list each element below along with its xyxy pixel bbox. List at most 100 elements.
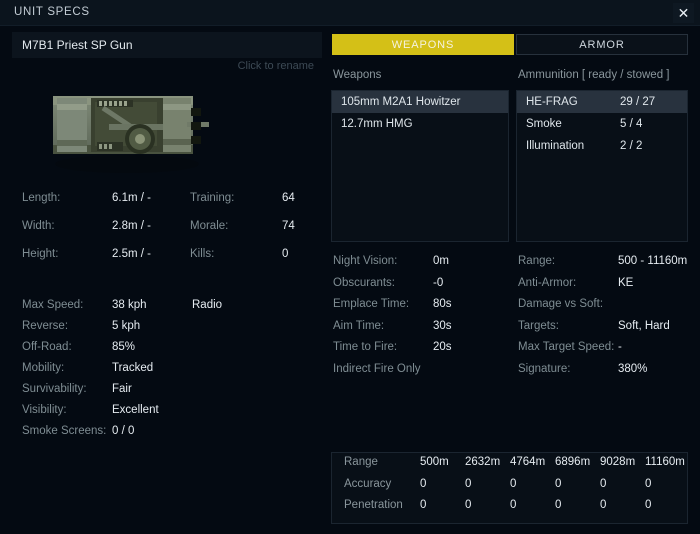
row-label-accuracy: Accuracy [344,478,391,490]
stat-aim-time-label: Aim Time: [333,320,384,332]
cell-penetration-5: 0 [645,499,651,511]
stat-signature-value: 380% [618,363,647,375]
close-icon[interactable]: ✕ [673,3,694,23]
stat-signature: Signature: 380% [518,363,698,385]
stat-time-to-fire-label: Time to Fire: [333,341,397,353]
stat-aim-time: Aim Time: 30s [333,320,513,342]
cell-penetration-2: 0 [510,499,516,511]
vehicle-thumbnail [35,82,215,178]
cell-accuracy-4: 0 [600,478,606,490]
table-row: Range 500m 2632m 4764m 6896m 9028m 11160… [332,456,687,478]
weapon-name: 12.7mm HMG [341,118,413,130]
list-item[interactable]: 12.7mm HMG [332,113,508,135]
stat-width-value: 2.8m / - [112,220,151,232]
list-item[interactable]: Smoke 5 / 4 [517,113,687,135]
cell-range-3: 6896m [555,456,590,468]
cell-range-2: 4764m [510,456,545,468]
range-accuracy-table: Range 500m 2632m 4764m 6896m 9028m 11160… [331,452,688,524]
window-title: UNIT SPECS [14,6,90,18]
ammo-name: Illumination [526,140,584,152]
row-label-range: Range [344,456,378,468]
stat-survivability-label: Survivability: [22,383,87,395]
stat-kills-value: 0 [282,248,288,260]
tab-weapons[interactable]: WEAPONS [332,34,514,55]
weapon-name: 105mm M2A1 Howitzer [341,96,461,108]
cell-range-1: 2632m [465,456,500,468]
row-label-penetration: Penetration [344,499,403,511]
stat-height-value: 2.5m / - [112,248,151,260]
ammo-quantity: 2 / 2 [620,140,642,152]
weapon-stats-left: Night Vision: 0m Obscurants: -0 Emplace … [333,255,513,384]
stat-morale-value: 74 [282,220,295,232]
stat-smoke-screens-value: 0 / 0 [112,425,134,437]
list-item[interactable]: 105mm M2A1 Howitzer [332,91,508,113]
stat-max-target-speed-value: - [618,341,622,353]
ammo-quantity: 5 / 4 [620,118,642,130]
stat-visibility-value: Excellent [112,404,159,416]
stat-targets-label: Targets: [518,320,559,332]
stat-training-label: Training: [190,192,234,204]
unit-name-field[interactable]: M7B1 Priest SP Gun [12,32,322,58]
stat-visibility-label: Visibility: [22,404,67,416]
unit-specs-window: UNIT SPECS ✕ M7B1 Priest SP Gun Click to… [0,0,700,534]
stat-reverse-value: 5 kph [112,320,140,332]
ammo-quantity: 29 / 27 [620,96,655,108]
tab-armor[interactable]: ARMOR [516,34,688,55]
rename-hint[interactable]: Click to rename [12,60,322,72]
stat-range-label: Range: [518,255,555,267]
unit-name-text: M7B1 Priest SP Gun [22,38,133,52]
cell-range-5: 11160m [645,456,685,468]
stat-length-value: 6.1m / - [112,192,151,204]
stat-anti-armor-label: Anti-Armor: [518,277,576,289]
ammunition-list-header: Ammunition [ ready / stowed ] [518,69,669,81]
cell-penetration-1: 0 [465,499,471,511]
stat-mobility-value: Tracked [112,362,153,374]
cell-accuracy-1: 0 [465,478,471,490]
stat-emplace-time-label: Emplace Time: [333,298,409,310]
stat-anti-armor-value: KE [618,277,633,289]
stat-training-value: 64 [282,192,295,204]
stat-morale-label: Morale: [190,220,228,232]
stat-aim-time-value: 30s [433,320,452,332]
stat-time-to-fire-value: 20s [433,341,452,353]
stat-length-label: Length: [22,192,60,204]
cell-penetration-0: 0 [420,499,426,511]
cell-accuracy-0: 0 [420,478,426,490]
ammo-name: HE-FRAG [526,96,578,108]
list-item[interactable]: Illumination 2 / 2 [517,135,687,157]
stat-signature-label: Signature: [518,363,570,375]
stat-off-road-value: 85% [112,341,135,353]
stat-anti-armor: Anti-Armor: KE [518,277,698,299]
weapons-list-header: Weapons [333,69,381,81]
stat-range: Range: 500 - 11160m [518,255,698,277]
stat-max-speed-value: 38 kph [112,299,147,311]
weapon-stats-right: Range: 500 - 11160m Anti-Armor: KE Damag… [518,255,698,384]
cell-accuracy-5: 0 [645,478,651,490]
stat-width-label: Width: [22,220,55,232]
stat-reverse-label: Reverse: [22,320,68,332]
stat-obscurants-value: -0 [433,277,443,289]
stat-max-target-speed: Max Target Speed: - [518,341,698,363]
stat-kills-label: Kills: [190,248,214,260]
ammo-name: Smoke [526,118,562,130]
stat-range-value: 500 - 11160m [618,255,687,267]
stat-targets-value: Soft, Hard [618,320,670,332]
stat-night-vision-label: Night Vision: [333,255,397,267]
indirect-fire-note: Indirect Fire Only [333,363,513,385]
stat-targets: Targets: Soft, Hard [518,320,698,342]
stat-smoke-screens-label: Smoke Screens: [22,425,106,437]
stat-night-vision: Night Vision: 0m [333,255,513,277]
stat-emplace-time: Emplace Time: 80s [333,298,513,320]
stat-time-to-fire: Time to Fire: 20s [333,341,513,363]
stat-damage-vs-soft: Damage vs Soft: [518,298,698,320]
cell-range-0: 500m [420,456,449,468]
stat-emplace-time-value: 80s [433,298,452,310]
radio-tag: Radio [192,299,222,311]
cell-accuracy-3: 0 [555,478,561,490]
stat-obscurants: Obscurants: -0 [333,277,513,299]
list-item[interactable]: HE-FRAG 29 / 27 [517,91,687,113]
stat-night-vision-value: 0m [433,255,449,267]
cell-range-4: 9028m [600,456,635,468]
ammunition-list: HE-FRAG 29 / 27 Smoke 5 / 4 Illumination… [516,90,688,242]
stat-survivability-value: Fair [112,383,132,395]
